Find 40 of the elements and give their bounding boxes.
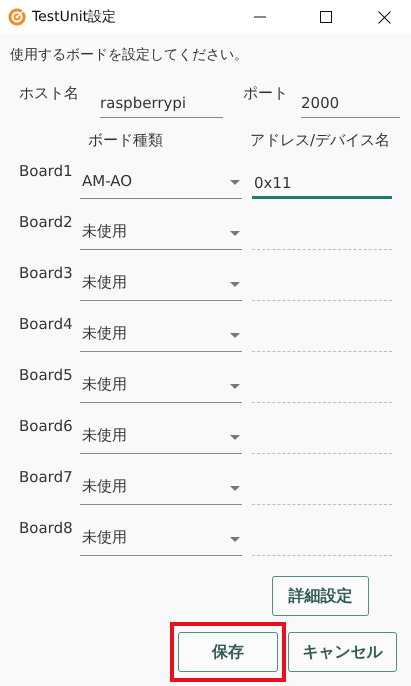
app-icon <box>8 8 26 26</box>
board-label: Board7 <box>19 468 74 486</box>
board-type-dropdown[interactable]: 未使用 <box>80 263 242 301</box>
host-label: ホスト名 <box>19 84 79 103</box>
board-label: Board6 <box>19 417 74 435</box>
board-type-dropdown[interactable]: 未使用 <box>80 416 242 454</box>
board-label: Board1 <box>19 162 74 180</box>
port-label: ポート <box>243 84 288 103</box>
host-field[interactable]: raspberrypi <box>100 90 223 118</box>
dropdown-caret-icon <box>230 384 240 389</box>
cancel-button[interactable]: キャンセル <box>288 632 397 672</box>
board-label: Board5 <box>19 366 74 384</box>
address-field[interactable]: 0x11 <box>252 161 392 199</box>
window-title: TestUnit設定 <box>32 8 118 26</box>
dropdown-caret-icon <box>230 180 240 185</box>
column-header: ボード種類 <box>88 131 163 150</box>
board-type-dropdown[interactable]: 未使用 <box>80 314 242 352</box>
board-type-dropdown[interactable]: 未使用 <box>80 467 242 505</box>
minimize-icon[interactable] <box>254 16 266 18</box>
close-icon[interactable] <box>378 10 390 24</box>
column-header: アドレス/デバイス名 <box>250 131 390 150</box>
board-type-dropdown[interactable]: AM-AO <box>80 161 242 199</box>
save-button[interactable]: 保存 <box>178 632 278 672</box>
advanced-settings-button[interactable]: 詳細設定 <box>272 576 369 616</box>
instruction-text: 使用するボードを設定してください。 <box>10 46 248 64</box>
maximize-icon[interactable] <box>320 11 332 23</box>
dropdown-caret-icon <box>230 282 240 287</box>
dropdown-caret-icon <box>230 486 240 491</box>
board-label: Board2 <box>19 213 74 231</box>
dropdown-caret-icon <box>230 333 240 338</box>
board-label: Board3 <box>19 264 74 282</box>
dropdown-caret-icon <box>230 231 240 236</box>
dropdown-caret-icon <box>230 435 240 440</box>
board-type-dropdown[interactable]: 未使用 <box>80 212 242 250</box>
board-label: Board4 <box>19 315 74 333</box>
board-label: Board8 <box>19 519 74 537</box>
dropdown-caret-icon <box>230 537 240 542</box>
board-type-dropdown[interactable]: 未使用 <box>80 365 242 403</box>
board-type-dropdown[interactable]: 未使用 <box>80 518 242 556</box>
port-field[interactable]: 2000 <box>301 90 400 118</box>
